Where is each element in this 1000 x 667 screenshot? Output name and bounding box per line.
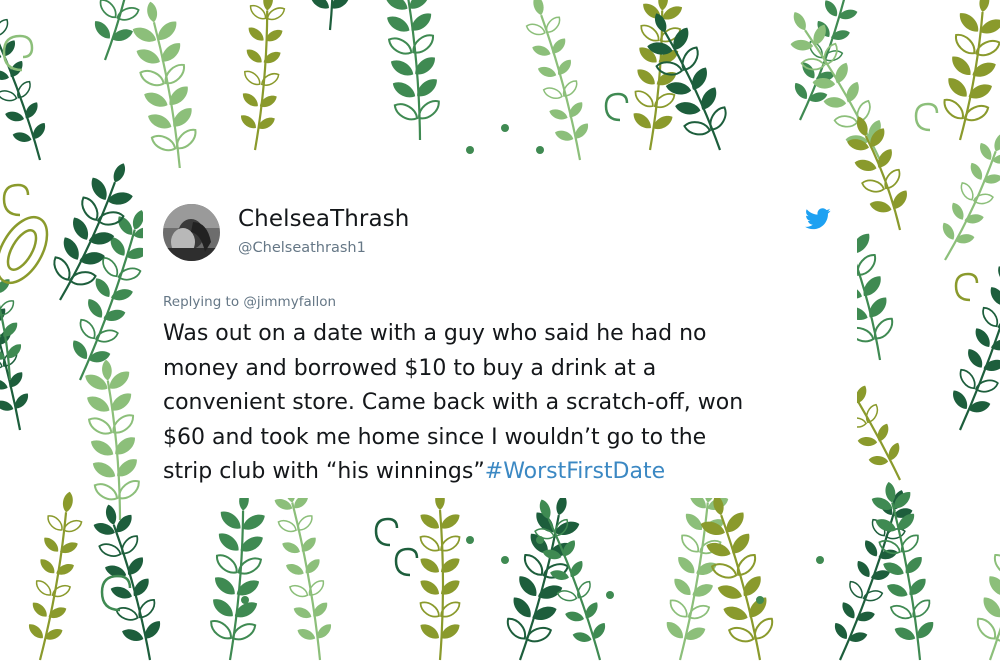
display-name[interactable]: ChelseaThrash xyxy=(238,206,409,232)
user-handle[interactable]: @Chelseathrash1 xyxy=(238,240,366,256)
tweet-line: Was out on a date with a guy who said he… xyxy=(163,321,707,346)
hashtag-link[interactable]: #WorstFirstDate xyxy=(485,459,665,484)
tweet-text: Was out on a date with a guy who said he… xyxy=(163,317,853,490)
tweet-line: money and borrowed $10 to buy a drink at… xyxy=(163,355,657,381)
tweet-line: strip club with “his winnings” xyxy=(163,459,485,484)
twitter-bird-icon xyxy=(805,208,831,230)
tweet-line: $60 and took me home since I wouldn’t go… xyxy=(163,424,707,450)
avatar[interactable] xyxy=(163,204,220,261)
tweet-card: ChelseaThrash @Chelseathrash1 Replying t… xyxy=(143,168,857,498)
tweet-line: convenient store. Came back with a scrat… xyxy=(163,390,744,415)
reply-context[interactable]: Replying to @jimmyfallon xyxy=(163,294,336,310)
